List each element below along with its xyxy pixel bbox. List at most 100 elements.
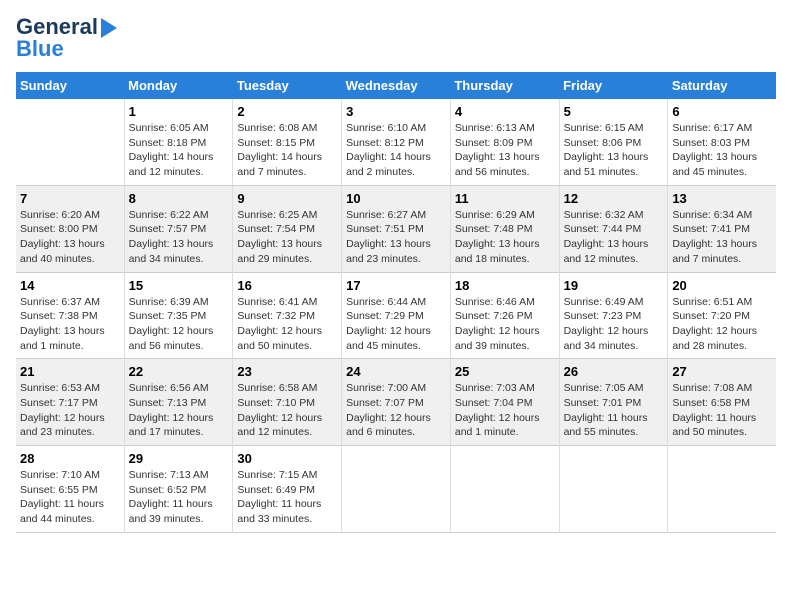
- header-friday: Friday: [559, 72, 668, 99]
- calendar-cell: 13Sunrise: 6:34 AMSunset: 7:41 PMDayligh…: [668, 185, 776, 272]
- day-info: Sunrise: 7:15 AMSunset: 6:49 PMDaylight:…: [237, 468, 337, 527]
- day-number: 4: [455, 104, 555, 119]
- header-tuesday: Tuesday: [233, 72, 342, 99]
- day-info: Sunrise: 6:10 AMSunset: 8:12 PMDaylight:…: [346, 121, 446, 180]
- day-number: 30: [237, 451, 337, 466]
- day-number: 14: [20, 278, 120, 293]
- week-row: 21 Sunrise: 6:53 AMSunset: 7:17 PMDayligh…: [16, 359, 776, 446]
- day-number: 21: [20, 364, 120, 379]
- logo-text-blue: Blue: [16, 38, 64, 60]
- calendar-cell: 30 Sunrise: 7:15 AMSunset: 6:49 PMDayligh…: [233, 446, 342, 533]
- day-info: Sunrise: 7:00 AMSunset: 7:07 PMDaylight:…: [346, 381, 446, 440]
- day-number: 1: [129, 104, 229, 119]
- week-row: 7 Sunrise: 6:20 AMSunset: 8:00 PMDaylight…: [16, 185, 776, 272]
- calendar-cell: 2 Sunrise: 6:08 AMSunset: 8:15 PMDaylight…: [233, 99, 342, 185]
- calendar-cell: 14 Sunrise: 6:37 AMSunset: 7:38 PMDayligh…: [16, 272, 124, 359]
- calendar-cell: 12 Sunrise: 6:32 AMSunset: 7:44 PMDayligh…: [559, 185, 668, 272]
- day-number: 12: [564, 191, 664, 206]
- day-number: 10: [346, 191, 446, 206]
- calendar-cell: [342, 446, 451, 533]
- header-thursday: Thursday: [450, 72, 559, 99]
- calendar-header-row: SundayMondayTuesdayWednesdayThursdayFrid…: [16, 72, 776, 99]
- day-info: Sunrise: 6:37 AMSunset: 7:38 PMDaylight:…: [20, 295, 120, 354]
- day-number: 16: [237, 278, 337, 293]
- day-info: Sunrise: 6:41 AMSunset: 7:32 PMDaylight:…: [237, 295, 337, 354]
- day-info: Sunrise: 7:08 AMSunset: 6:58 PMDaylight:…: [672, 381, 772, 440]
- day-number: 26: [564, 364, 664, 379]
- calendar-cell: 19Sunrise: 6:49 AMSunset: 7:23 PMDayligh…: [559, 272, 668, 359]
- day-info: Sunrise: 6:46 AMSunset: 7:26 PMDaylight:…: [455, 295, 555, 354]
- day-info: Sunrise: 6:20 AMSunset: 8:00 PMDaylight:…: [20, 208, 120, 267]
- calendar-cell: 21 Sunrise: 6:53 AMSunset: 7:17 PMDayligh…: [16, 359, 124, 446]
- day-number: 27: [672, 364, 772, 379]
- calendar-cell: 20 Sunrise: 6:51 AMSunset: 7:20 PMDayligh…: [668, 272, 776, 359]
- week-row: 14 Sunrise: 6:37 AMSunset: 7:38 PMDayligh…: [16, 272, 776, 359]
- calendar-cell: 27 Sunrise: 7:08 AMSunset: 6:58 PMDayligh…: [668, 359, 776, 446]
- day-number: 24: [346, 364, 446, 379]
- calendar-cell: 18 Sunrise: 6:46 AMSunset: 7:26 PMDayligh…: [450, 272, 559, 359]
- logo: General Blue: [16, 16, 117, 60]
- day-info: Sunrise: 6:44 AMSunset: 7:29 PMDaylight:…: [346, 295, 446, 354]
- day-number: 2: [237, 104, 337, 119]
- calendar-cell: [559, 446, 668, 533]
- day-number: 20: [672, 278, 772, 293]
- day-info: Sunrise: 6:05 AMSunset: 8:18 PMDaylight:…: [129, 121, 229, 180]
- day-info: Sunrise: 6:08 AMSunset: 8:15 PMDaylight:…: [237, 121, 337, 180]
- day-number: 6: [672, 104, 772, 119]
- day-number: 7: [20, 191, 120, 206]
- header-monday: Monday: [124, 72, 233, 99]
- calendar-cell: [450, 446, 559, 533]
- day-info: Sunrise: 6:29 AMSunset: 7:48 PMDaylight:…: [455, 208, 555, 267]
- calendar-cell: 25 Sunrise: 7:03 AMSunset: 7:04 PMDayligh…: [450, 359, 559, 446]
- day-number: 18: [455, 278, 555, 293]
- calendar-cell: 17 Sunrise: 6:44 AMSunset: 7:29 PMDayligh…: [342, 272, 451, 359]
- calendar-cell: 10Sunrise: 6:27 AMSunset: 7:51 PMDayligh…: [342, 185, 451, 272]
- week-row: 28 Sunrise: 7:10 AMSunset: 6:55 PMDayligh…: [16, 446, 776, 533]
- page-header: General Blue: [16, 16, 776, 60]
- day-number: 28: [20, 451, 120, 466]
- calendar-cell: 3 Sunrise: 6:10 AMSunset: 8:12 PMDaylight…: [342, 99, 451, 185]
- day-number: 19: [564, 278, 664, 293]
- week-row: 1 Sunrise: 6:05 AMSunset: 8:18 PMDaylight…: [16, 99, 776, 185]
- day-info: Sunrise: 6:51 AMSunset: 7:20 PMDaylight:…: [672, 295, 772, 354]
- day-number: 8: [129, 191, 229, 206]
- day-info: Sunrise: 6:56 AMSunset: 7:13 PMDaylight:…: [129, 381, 229, 440]
- day-number: 17: [346, 278, 446, 293]
- calendar-cell: 15Sunrise: 6:39 AMSunset: 7:35 PMDayligh…: [124, 272, 233, 359]
- calendar-cell: 9Sunrise: 6:25 AMSunset: 7:54 PMDaylight…: [233, 185, 342, 272]
- calendar-cell: 11 Sunrise: 6:29 AMSunset: 7:48 PMDayligh…: [450, 185, 559, 272]
- calendar-cell: 6 Sunrise: 6:17 AMSunset: 8:03 PMDaylight…: [668, 99, 776, 185]
- calendar-cell: 1 Sunrise: 6:05 AMSunset: 8:18 PMDaylight…: [124, 99, 233, 185]
- day-info: Sunrise: 6:25 AMSunset: 7:54 PMDaylight:…: [237, 208, 337, 267]
- day-number: 23: [237, 364, 337, 379]
- day-info: Sunrise: 7:03 AMSunset: 7:04 PMDaylight:…: [455, 381, 555, 440]
- calendar-cell: 29 Sunrise: 7:13 AMSunset: 6:52 PMDayligh…: [124, 446, 233, 533]
- header-saturday: Saturday: [668, 72, 776, 99]
- day-number: 15: [129, 278, 229, 293]
- day-info: Sunrise: 7:05 AMSunset: 7:01 PMDaylight:…: [564, 381, 664, 440]
- calendar-table: SundayMondayTuesdayWednesdayThursdayFrid…: [16, 72, 776, 533]
- day-number: 3: [346, 104, 446, 119]
- day-number: 11: [455, 191, 555, 206]
- calendar-cell: 26 Sunrise: 7:05 AMSunset: 7:01 PMDayligh…: [559, 359, 668, 446]
- day-number: 29: [129, 451, 229, 466]
- day-info: Sunrise: 7:13 AMSunset: 6:52 PMDaylight:…: [129, 468, 229, 527]
- day-info: Sunrise: 6:15 AMSunset: 8:06 PMDaylight:…: [564, 121, 664, 180]
- day-info: Sunrise: 6:53 AMSunset: 7:17 PMDaylight:…: [20, 381, 120, 440]
- header-sunday: Sunday: [16, 72, 124, 99]
- day-info: Sunrise: 6:17 AMSunset: 8:03 PMDaylight:…: [672, 121, 772, 180]
- calendar-cell: 28 Sunrise: 7:10 AMSunset: 6:55 PMDayligh…: [16, 446, 124, 533]
- calendar-cell: 8 Sunrise: 6:22 AMSunset: 7:57 PMDaylight…: [124, 185, 233, 272]
- logo-text-general: General: [16, 16, 98, 38]
- calendar-cell: 16 Sunrise: 6:41 AMSunset: 7:32 PMDayligh…: [233, 272, 342, 359]
- day-info: Sunrise: 6:22 AMSunset: 7:57 PMDaylight:…: [129, 208, 229, 267]
- calendar-cell: 4 Sunrise: 6:13 AMSunset: 8:09 PMDaylight…: [450, 99, 559, 185]
- calendar-cell: 23Sunrise: 6:58 AMSunset: 7:10 PMDayligh…: [233, 359, 342, 446]
- calendar-cell: 5 Sunrise: 6:15 AMSunset: 8:06 PMDaylight…: [559, 99, 668, 185]
- day-number: 25: [455, 364, 555, 379]
- day-number: 13: [672, 191, 772, 206]
- day-info: Sunrise: 6:32 AMSunset: 7:44 PMDaylight:…: [564, 208, 664, 267]
- day-info: Sunrise: 7:10 AMSunset: 6:55 PMDaylight:…: [20, 468, 120, 527]
- day-info: Sunrise: 6:13 AMSunset: 8:09 PMDaylight:…: [455, 121, 555, 180]
- day-number: 5: [564, 104, 664, 119]
